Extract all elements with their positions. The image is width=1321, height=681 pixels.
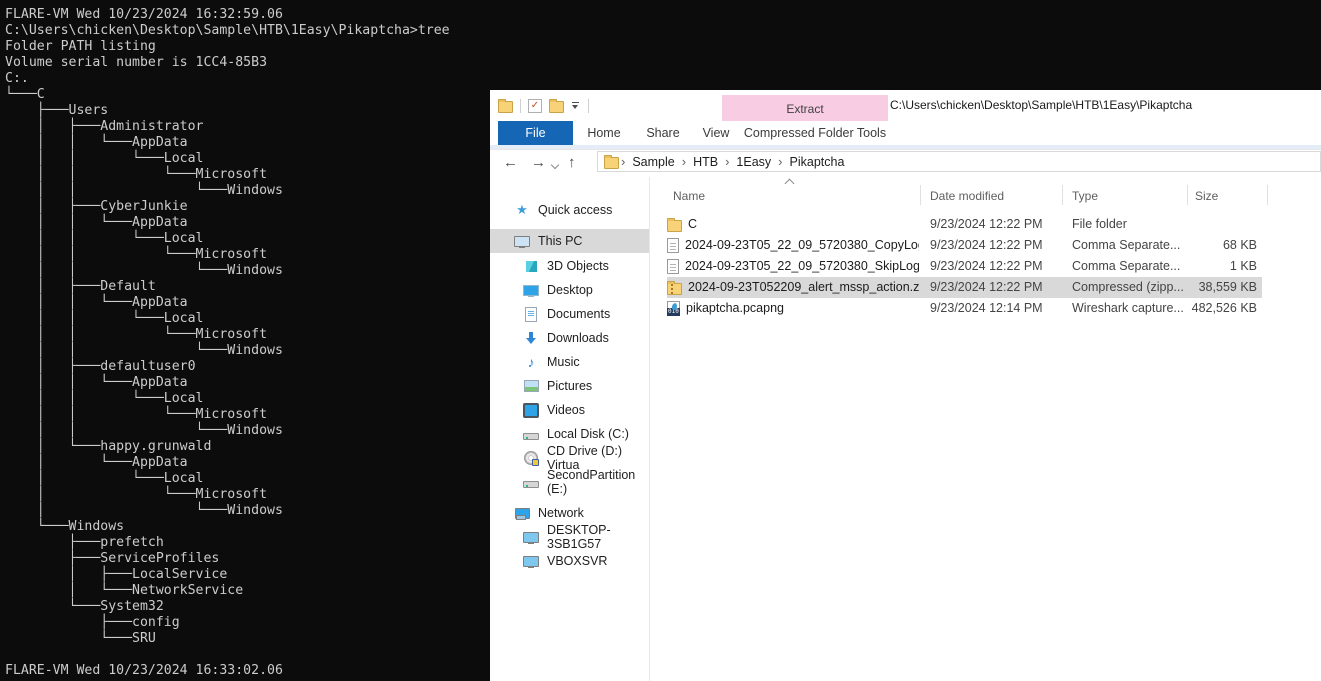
- ribbon-tab-row: File Home Share View Compressed Folder T…: [490, 121, 1321, 145]
- breadcrumb-item[interactable]: Sample: [627, 155, 679, 169]
- sidebar-item-vboxsvr[interactable]: VBOXSVR: [490, 549, 649, 573]
- column-header-name[interactable]: Name: [673, 189, 705, 203]
- desktop-monitor-icon: [523, 282, 539, 298]
- hard-disk-icon: [523, 426, 539, 442]
- back-button-icon[interactable]: ←: [503, 150, 518, 177]
- new-folder-icon[interactable]: [549, 98, 564, 113]
- csv-file-icon: [667, 259, 679, 274]
- explorer-app-icon: [498, 98, 513, 113]
- breadcrumb-separator-icon: [680, 154, 688, 169]
- tab-compressed-folder-tools[interactable]: Compressed Folder Tools: [741, 121, 889, 145]
- toolbar-separator: [520, 98, 521, 113]
- sidebar-item-3d-objects[interactable]: 3D Objects: [490, 254, 649, 278]
- music-note-icon: [523, 354, 539, 370]
- sidebar-item-downloads[interactable]: Downloads: [490, 326, 649, 350]
- breadcrumb-separator-icon: [619, 154, 627, 169]
- cd-disc-icon: [523, 450, 539, 466]
- sidebar-item-network[interactable]: Network: [490, 501, 649, 525]
- hard-disk-icon: [523, 474, 539, 490]
- navigation-bar: ← → ↑ Sample HTB 1Easy Pikaptcha: [490, 150, 1321, 177]
- breadcrumb-item[interactable]: Pikaptcha: [785, 155, 850, 169]
- sort-ascending-icon: [784, 178, 795, 189]
- cube-icon: [523, 258, 539, 274]
- sidebar-item-this-pc[interactable]: This PC: [490, 229, 649, 253]
- document-icon: [523, 306, 539, 322]
- sidebar-item-desktop[interactable]: Desktop: [490, 278, 649, 302]
- csv-file-icon: [667, 238, 679, 253]
- breadcrumb-item[interactable]: 1Easy: [731, 155, 776, 169]
- sidebar-item-videos[interactable]: Videos: [490, 398, 649, 422]
- screen: FLARE-VM Wed 10/23/2024 16:32:59.06 C:\U…: [0, 0, 1321, 681]
- video-icon: [523, 402, 539, 418]
- forward-button-icon[interactable]: →: [531, 150, 546, 177]
- customize-toolbar-dropdown-icon[interactable]: [571, 100, 581, 112]
- file-row-pikaptcha-pcapng[interactable]: pikaptcha.pcapng 9/23/2024 12:14 PM Wire…: [650, 298, 1321, 319]
- zip-file-icon: [667, 280, 682, 295]
- tab-home[interactable]: Home: [575, 121, 633, 145]
- network-computer-icon: [523, 553, 539, 569]
- window-title: C:\Users\chicken\Desktop\Sample\HTB\1Eas…: [890, 98, 1193, 112]
- sidebar-item-second-partition-e[interactable]: SecondPartition (E:): [490, 468, 649, 496]
- file-row-skiplog-csv[interactable]: 2024-09-23T05_22_09_5720380_SkipLog.c...…: [650, 256, 1321, 277]
- file-row-alert-mssp-action-zip[interactable]: 2024-09-23T052209_alert_mssp_action.zip …: [650, 277, 1321, 298]
- breadcrumb-separator-icon: [723, 154, 731, 169]
- column-header-row: Name Date modified Type Size: [650, 178, 1321, 207]
- address-bar[interactable]: Sample HTB 1Easy Pikaptcha: [597, 151, 1321, 172]
- breadcrumb-item[interactable]: HTB: [688, 155, 723, 169]
- file-row-copylog-csv[interactable]: 2024-09-23T05_22_09_5720380_CopyLog.... …: [650, 235, 1321, 256]
- sidebar-item-desktop-3sb1g57[interactable]: DESKTOP-3SB1G57: [490, 523, 649, 551]
- picture-icon: [523, 378, 539, 394]
- recent-locations-chevron-icon[interactable]: [550, 160, 560, 170]
- network-icon: [514, 505, 530, 521]
- breadcrumb-folder-icon: [604, 154, 619, 169]
- breadcrumb-separator-icon: [776, 154, 784, 169]
- title-bar[interactable]: Extract C:\Users\chicken\Desktop\Sample\…: [490, 90, 1321, 121]
- quick-access-toolbar: [498, 90, 589, 121]
- file-explorer-window: Extract C:\Users\chicken\Desktop\Sample\…: [490, 90, 1321, 681]
- toolbar-separator: [588, 98, 589, 113]
- properties-icon[interactable]: [528, 98, 542, 113]
- tab-view[interactable]: View: [693, 121, 739, 145]
- up-button-icon[interactable]: ↑: [568, 150, 576, 177]
- tab-share[interactable]: Share: [635, 121, 691, 145]
- computer-icon: [514, 233, 530, 249]
- column-header-size[interactable]: Size: [1195, 189, 1218, 203]
- sidebar-item-local-disk-c[interactable]: Local Disk (C:): [490, 422, 649, 446]
- file-row-c-folder[interactable]: C 9/23/2024 12:22 PM File folder: [650, 214, 1321, 235]
- sidebar-item-pictures[interactable]: Pictures: [490, 374, 649, 398]
- sidebar-item-quick-access[interactable]: Quick access: [490, 198, 649, 222]
- tab-file[interactable]: File: [498, 121, 573, 145]
- sidebar-item-cd-drive-d[interactable]: CD Drive (D:) Virtua: [490, 444, 649, 472]
- download-arrow-icon: [523, 330, 539, 346]
- network-computer-icon: [523, 529, 539, 545]
- quick-access-star-icon: [514, 202, 530, 218]
- column-header-date-modified[interactable]: Date modified: [930, 189, 1004, 203]
- contextual-tab-group-extract[interactable]: Extract: [722, 95, 888, 121]
- file-list-pane: Name Date modified Type Size C 9/23/2024…: [650, 177, 1321, 681]
- column-header-type[interactable]: Type: [1072, 189, 1098, 203]
- folder-icon: [667, 217, 682, 232]
- sidebar-item-music[interactable]: Music: [490, 350, 649, 374]
- wireshark-capture-icon: [667, 301, 680, 316]
- sidebar-item-documents[interactable]: Documents: [490, 302, 649, 326]
